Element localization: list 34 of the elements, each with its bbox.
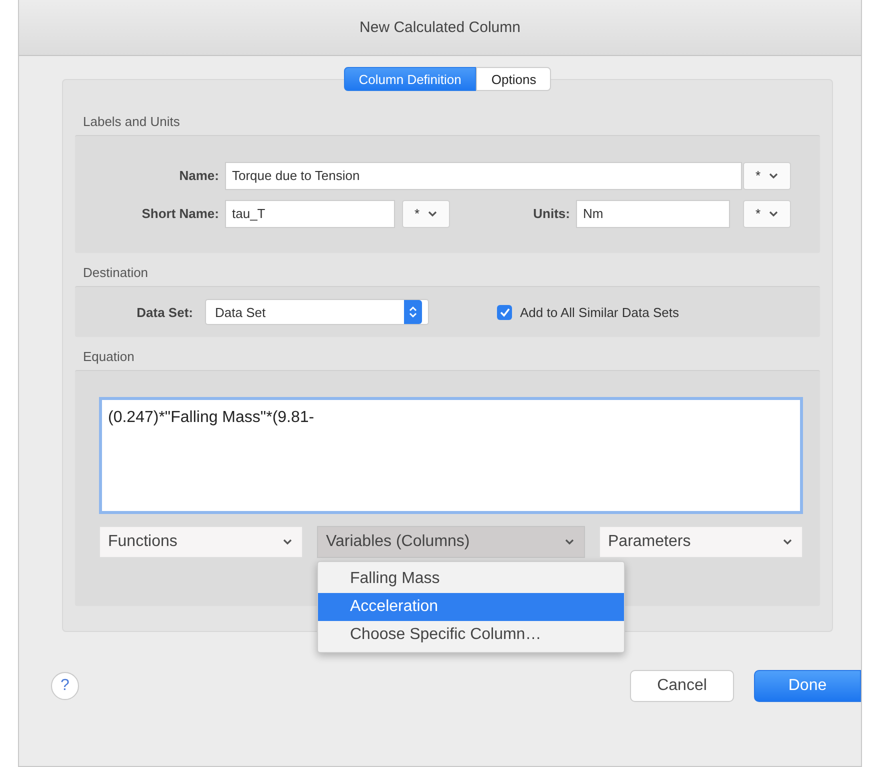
dropdown-button[interactable]: Functions (99, 526, 303, 558)
cancel-button[interactable]: Cancel (630, 670, 734, 702)
units-field[interactable]: Nm (576, 200, 730, 228)
popup-button[interactable]: * (742, 162, 790, 190)
data-set-select[interactable]: Data Set (205, 299, 429, 325)
popup-button[interactable]: * (402, 200, 450, 228)
tab[interactable]: Column Definition (344, 67, 476, 91)
menu-item[interactable]: Acceleration (318, 593, 624, 621)
chevron-down-icon (768, 172, 778, 178)
field-label: Short Name: (140, 206, 220, 221)
menu-item[interactable]: Falling Mass (318, 565, 624, 593)
section-heading: Destination (83, 265, 150, 280)
help-button[interactable]: ? (51, 672, 79, 700)
menu-item[interactable]: Choose Specific Column… (318, 621, 624, 649)
stepper-icon (409, 306, 417, 318)
chevron-down-icon (768, 210, 778, 216)
chevron-down-icon (428, 210, 437, 216)
equation-field[interactable]: (0.247)*"Falling Mass"*(9.81- (99, 397, 803, 514)
chevron-down-icon (565, 539, 574, 545)
field-label: Name: (178, 168, 220, 183)
tab[interactable]: Options (476, 67, 552, 91)
section-heading: Equation (83, 349, 136, 364)
chevron-down-icon (283, 539, 292, 545)
popup-button[interactable]: * (742, 200, 790, 228)
name-field[interactable]: Torque due to Tension (225, 162, 742, 190)
field-label: Data Set: (136, 304, 194, 320)
window-title: New Calculated Column (360, 19, 520, 36)
field-label: Units: (532, 206, 571, 221)
dropdown-button[interactable]: Parameters (599, 526, 803, 558)
checkbox[interactable]: Add to All Similar Data Sets (491, 304, 685, 320)
dropdown-button[interactable]: Variables (Columns) (317, 526, 585, 558)
chevron-down-icon (783, 539, 792, 545)
short-name-field[interactable]: tau_T (225, 200, 395, 228)
section-heading: Labels and Units (83, 114, 181, 129)
